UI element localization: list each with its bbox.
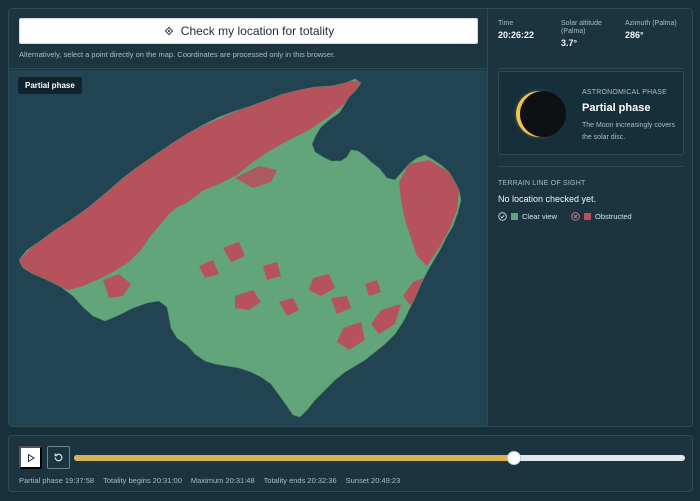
eclipse-map[interactable]: Partial phase <box>9 70 487 427</box>
timeline-event: Totality ends 20:32:36 <box>263 476 337 485</box>
main-panel: Check my location for totality Alternati… <box>8 8 693 427</box>
timeline-track[interactable] <box>74 451 685 465</box>
mallorca-map[interactable] <box>9 70 487 427</box>
timeline-panel: Partial phase 19:37:58 Totality begins 20… <box>8 435 693 492</box>
phase-title: Partial phase <box>582 102 651 114</box>
phase-description: The Moon increasingly covers the solar d… <box>582 122 675 141</box>
stat-altitude: Solar altitude (Palma) 3.7° <box>561 20 625 48</box>
los-kicker: TERRAIN LINE OF SIGHT <box>498 180 586 187</box>
stat-altitude-label: Solar altitude (Palma) <box>561 20 602 35</box>
check-location-label: Check my location for totality <box>180 24 335 38</box>
map-hint: Alternatively, select a point directly o… <box>19 50 336 59</box>
timeline-events: Partial phase 19:37:58 Totality begins 20… <box>19 476 409 485</box>
card-divider <box>498 166 684 167</box>
stat-time: Time 20:26:22 <box>498 20 561 48</box>
stat-azimuth: Azimuth (Palma) 286° <box>625 20 689 48</box>
los-legend: Clear view Obstructed <box>498 212 632 221</box>
phase-card: ASTRONOMICAL PHASE Partial phase The Moo… <box>498 71 684 155</box>
legend-clear-label: Clear view <box>522 212 558 221</box>
stats-row: Time 20:26:22 Solar altitude (Palma) 3.7… <box>498 20 688 48</box>
stat-time-label: Time <box>498 20 514 27</box>
info-column: Time 20:26:22 Solar altitude (Palma) 3.7… <box>488 9 692 426</box>
phase-kicker: ASTRONOMICAL PHASE <box>582 89 668 96</box>
map-phase-chip: Partial phase <box>18 77 82 94</box>
x-circle-icon <box>571 212 580 221</box>
timeline-event: Partial phase 19:37:58 <box>19 476 95 485</box>
legend-obstructed-label: Obstructed <box>595 212 632 221</box>
timeline-thumb[interactable] <box>506 451 521 465</box>
stat-time-value: 20:26:22 <box>498 30 535 40</box>
reset-icon <box>54 453 63 462</box>
play-button[interactable] <box>19 446 42 469</box>
clear-swatch <box>511 213 518 220</box>
check-location-button[interactable]: Check my location for totality <box>19 18 478 44</box>
timeline-event: Totality begins 20:31:00 <box>103 476 182 485</box>
los-status: No location checked yet. <box>498 194 597 204</box>
stat-azimuth-value: 286° <box>625 30 644 40</box>
crosshair-icon <box>163 25 175 37</box>
stat-azimuth-label: Azimuth (Palma) <box>625 20 677 27</box>
eclipse-icon <box>513 88 566 140</box>
timeline-fill <box>74 455 514 461</box>
check-circle-icon <box>498 212 507 221</box>
play-icon <box>27 453 35 462</box>
location-bar: Check my location for totality Alternati… <box>9 9 487 69</box>
terrain-layer <box>19 79 461 417</box>
stats-divider <box>498 68 684 69</box>
stat-altitude-value: 3.7° <box>561 38 578 48</box>
reset-button[interactable] <box>47 446 70 469</box>
map-column: Check my location for totality Alternati… <box>9 9 487 426</box>
timeline-event: Sunset 20:49:23 <box>345 476 401 485</box>
timeline-event: Maximum 20:31:48 <box>190 476 255 485</box>
obstructed-swatch <box>584 213 592 220</box>
